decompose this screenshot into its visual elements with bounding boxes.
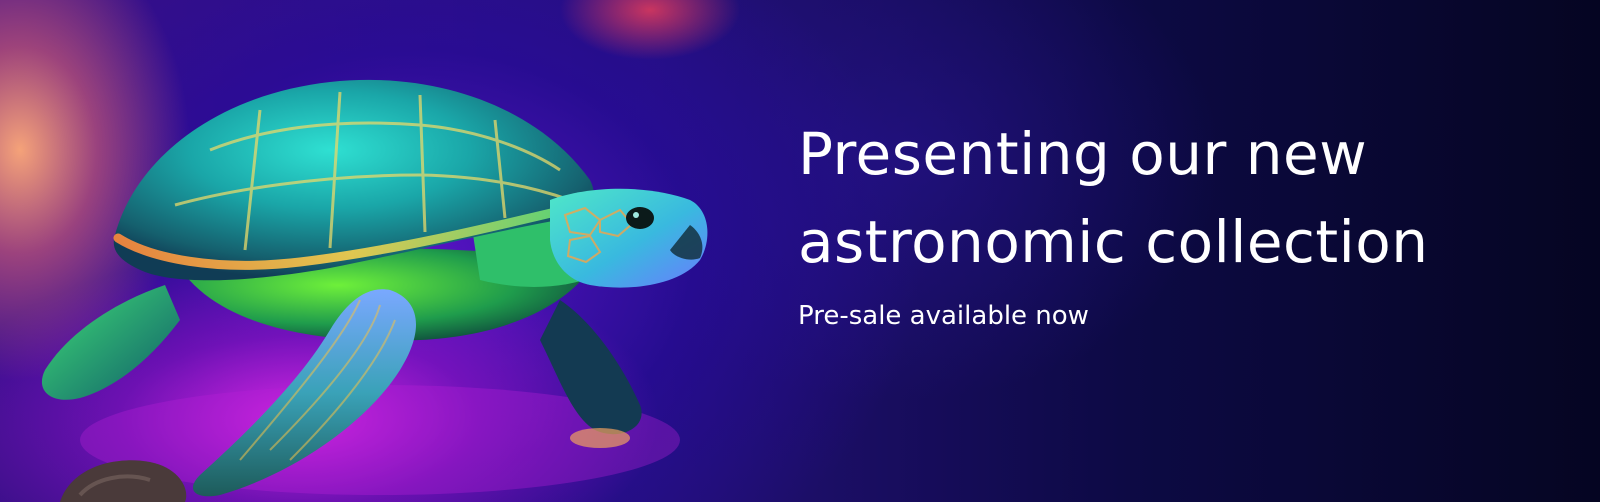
headline-line-1: Presenting our new [798, 120, 1368, 188]
headline-line-2: astronomic collection [798, 208, 1429, 276]
subtitle: Pre-sale available now [798, 301, 1089, 331]
hero-banner: Presenting our new astronomic collection… [0, 0, 1600, 502]
headline-block: Presenting our new astronomic collection… [798, 110, 1538, 336]
turtle-illustration-icon [41, 79, 708, 502]
